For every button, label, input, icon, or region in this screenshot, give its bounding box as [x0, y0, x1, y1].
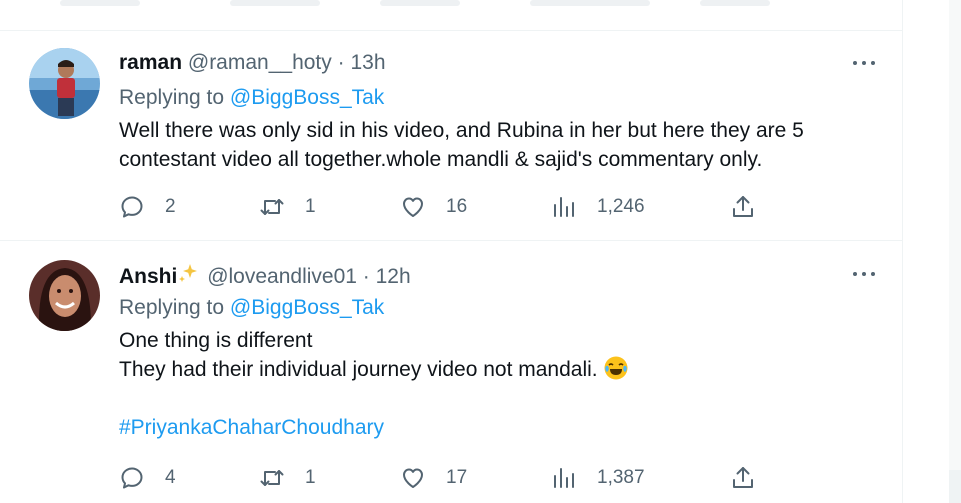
mention-link[interactable]: @BiggBoss_Tak — [230, 86, 384, 109]
view-count: 1,387 — [597, 467, 645, 488]
tweet[interactable]: Anshi @loveandlive01 · 12h Replying to @… — [0, 241, 902, 503]
laughing-tears-emoji — [604, 356, 628, 380]
hashtag-link[interactable]: #PriyankaChaharChoudhary — [119, 413, 629, 442]
tweet-header: Anshi @loveandlive01 · 12h — [119, 262, 411, 289]
replying-prefix: Replying to — [119, 296, 225, 319]
share-icon — [733, 196, 753, 217]
retweet-icon — [260, 470, 284, 486]
more-options-icon[interactable] — [851, 53, 879, 73]
share-button[interactable] — [730, 192, 756, 222]
view-count: 1,246 — [597, 196, 645, 217]
display-name[interactable]: Anshi — [119, 265, 177, 288]
mention-link[interactable]: @BiggBoss_Tak — [230, 296, 384, 319]
avatar[interactable] — [29, 260, 100, 331]
replying-to-line: Replying to @BiggBoss_Tak — [119, 296, 384, 320]
share-button[interactable] — [730, 463, 756, 493]
person-icon — [29, 260, 100, 331]
reply-button[interactable]: 2 — [119, 192, 176, 222]
avatar[interactable] — [29, 48, 100, 119]
views-chart-icon — [554, 468, 574, 488]
views-chart-icon — [554, 197, 574, 217]
tweet-text-line: They had their individual journey video … — [119, 358, 598, 381]
share-icon — [733, 467, 753, 488]
heart-icon — [403, 468, 423, 488]
right-sidebar-edge — [949, 0, 961, 503]
retweet-count: 1 — [305, 196, 316, 217]
tweet-actions: 2 1 16 1,246 — [119, 192, 779, 222]
retweet-button[interactable]: 1 — [259, 192, 316, 222]
views-button[interactable]: 1,387 — [551, 463, 645, 493]
views-button[interactable]: 1,246 — [551, 192, 645, 222]
like-count: 16 — [446, 196, 468, 217]
timestamp[interactable]: 13h — [350, 51, 385, 74]
like-count: 17 — [446, 467, 468, 488]
tweet-text: One thing is different They had their in… — [119, 326, 629, 442]
timestamp[interactable]: 12h — [376, 265, 411, 288]
tweet-header: raman @raman__hoty · 13h — [119, 51, 386, 75]
timeline: raman @raman__hoty · 13h Replying to @Bi… — [0, 0, 903, 503]
reply-button[interactable]: 4 — [119, 463, 176, 493]
heart-icon — [403, 197, 423, 217]
tweet-text: Well there was only sid in his video, an… — [119, 116, 804, 174]
separator-dot: · — [362, 265, 370, 288]
tweet[interactable]: raman @raman__hoty · 13h Replying to @Bi… — [0, 30, 902, 241]
person-icon — [29, 48, 100, 119]
tweet-text-line: contestant video all together.whole mand… — [119, 148, 763, 171]
previous-tweet-edge — [0, 0, 902, 31]
retweet-icon — [260, 199, 284, 215]
like-button[interactable]: 17 — [400, 463, 467, 493]
reply-count: 2 — [165, 196, 176, 217]
tweet-text-line: One thing is different — [119, 329, 313, 352]
sidebar-card-edge — [949, 470, 961, 503]
tweet-actions: 4 1 17 1,387 — [119, 463, 779, 493]
reply-icon — [121, 196, 143, 218]
reply-icon — [121, 467, 143, 489]
sparkles-icon — [179, 264, 198, 282]
user-handle[interactable]: @loveandlive01 — [207, 265, 357, 288]
replying-prefix: Replying to — [119, 86, 225, 109]
tweet-text-line: Well there was only sid in his video, an… — [119, 119, 804, 142]
replying-to-line: Replying to @BiggBoss_Tak — [119, 86, 384, 110]
separator-dot: · — [337, 51, 345, 74]
more-options-icon[interactable] — [851, 264, 879, 284]
tweet-text-line-with-emoji: They had their individual journey video … — [119, 355, 629, 384]
like-button[interactable]: 16 — [400, 192, 467, 222]
user-handle[interactable]: @raman__hoty — [188, 51, 332, 74]
reply-count: 4 — [165, 467, 176, 488]
retweet-count: 1 — [305, 467, 316, 488]
display-name[interactable]: raman — [119, 51, 182, 74]
retweet-button[interactable]: 1 — [259, 463, 316, 493]
